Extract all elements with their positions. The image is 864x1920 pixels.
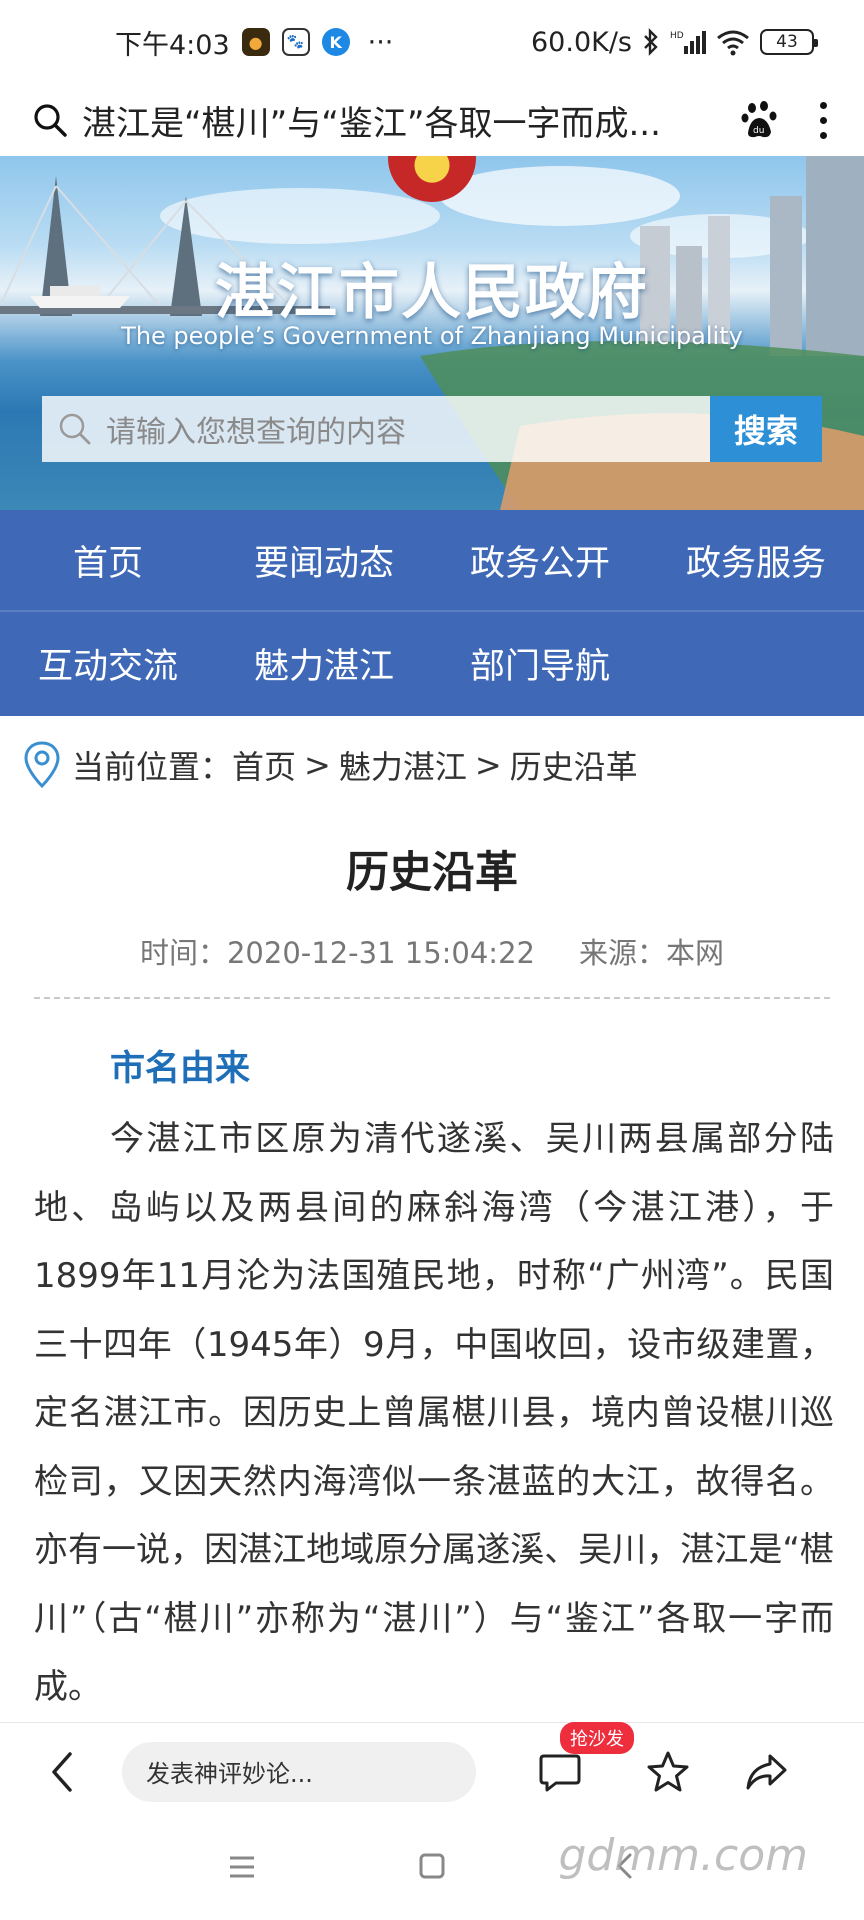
search-icon[interactable] xyxy=(32,102,68,138)
breadcrumb-home[interactable]: 首页 xyxy=(232,742,296,788)
comment-bar: 发表神评妙论... 抢沙发 xyxy=(0,1721,864,1820)
banner-title: 湛江市人民政府 xyxy=(215,258,649,328)
app-icon-orange: ● xyxy=(241,28,270,56)
battery-icon: 43 xyxy=(760,29,818,55)
breadcrumb-separator: > xyxy=(304,746,331,784)
nav-item-interaction[interactable]: 互动交流 xyxy=(0,638,216,689)
network-speed: 60.0K/s xyxy=(531,26,632,58)
breadcrumb-charm-zhanjiang[interactable]: 魅力湛江 xyxy=(339,742,467,788)
breadcrumb-current: 历史沿革 xyxy=(509,748,638,786)
comment-input[interactable]: 发表神评妙论... xyxy=(122,1741,476,1802)
site-search-placeholder: 请输入您想查询的内容 xyxy=(106,415,406,450)
share-icon[interactable] xyxy=(744,1750,788,1794)
site-search-button[interactable]: 搜索 xyxy=(710,396,822,462)
article-paragraph: 今湛江市区原为清代遂溪、吴川两县属部分陆地、岛屿以及两县间的麻斜海湾（今湛江港）… xyxy=(34,1119,834,1707)
nav-item-charm-zhanjiang[interactable]: 魅力湛江 xyxy=(216,638,432,689)
baidu-paw-icon: 🐾 xyxy=(281,28,310,56)
article-time: 时间：2020-12-31 15:04:22 xyxy=(139,936,535,970)
article-source: 来源：本网 xyxy=(578,936,724,970)
site-search-input[interactable]: 请输入您想查询的内容 xyxy=(42,396,710,462)
baidu-paw-icon[interactable]: du xyxy=(740,99,782,141)
comment-badge: 抢沙发 xyxy=(560,1721,634,1754)
watermark: gdmm.com xyxy=(558,1830,808,1881)
breadcrumb-separator: > xyxy=(474,746,502,784)
signal-icon: HD xyxy=(670,31,706,54)
divider xyxy=(34,997,830,999)
more-menu-icon[interactable] xyxy=(808,101,838,139)
site-search-bar: 请输入您想查询的内容 搜索 xyxy=(42,396,822,462)
back-arrow-icon[interactable] xyxy=(38,1750,88,1794)
bluetooth-icon xyxy=(644,28,658,56)
browser-search-title[interactable]: 湛江是“椹川”与“鉴江”各取一字而成... xyxy=(82,96,702,145)
status-time: 下午4:03 xyxy=(115,29,230,61)
status-bar: 下午4:03 ● 🐾 K ··· 60.0K/s HD 43 xyxy=(0,0,864,84)
nav-item-home[interactable]: 首页 xyxy=(0,535,216,586)
k-app-icon: K xyxy=(321,28,350,56)
article-meta: 时间：2020-12-31 15:04:22 来源：本网 xyxy=(0,930,864,972)
section-heading: 市名由来 xyxy=(110,1049,251,1089)
banner-subtitle: The people’s Government of Zhanjiang Mun… xyxy=(121,322,743,350)
nav-item-departments[interactable]: 部门导航 xyxy=(432,638,648,689)
site-banner: 湛江市人民政府 The people’s Government of Zhanj… xyxy=(0,156,864,510)
wifi-icon xyxy=(717,30,749,56)
nav-item-gov-services[interactable]: 政务服务 xyxy=(648,535,864,586)
nav-item-news[interactable]: 要闻动态 xyxy=(216,535,432,586)
svg-text:du: du xyxy=(753,126,764,136)
search-icon xyxy=(59,413,91,445)
breadcrumb: 当前位置： 首页 > 魅力湛江 > 历史沿革 xyxy=(22,740,638,790)
favorite-star-icon[interactable] xyxy=(646,1750,690,1794)
browser-top-bar: 湛江是“椹川”与“鉴江”各取一字而成... du xyxy=(0,84,864,156)
nav-item-gov-affairs[interactable]: 政务公开 xyxy=(432,535,648,586)
home-square-icon[interactable] xyxy=(418,1852,446,1880)
main-nav: 首页 要闻动态 政务公开 政务服务 互动交流 魅力湛江 部门导航 xyxy=(0,510,864,716)
location-pin-icon xyxy=(24,741,60,789)
comment-icon xyxy=(539,1754,581,1791)
nav-row-2: 互动交流 魅力湛江 部门导航 xyxy=(0,612,864,714)
svg-text:HD: HD xyxy=(670,31,684,41)
nav-row-1: 首页 要闻动态 政务公开 政务服务 xyxy=(0,510,864,612)
battery-level: 43 xyxy=(776,32,798,52)
breadcrumb-prefix: 当前位置： xyxy=(72,748,233,786)
comments-button[interactable]: 抢沙发 xyxy=(538,1721,634,1794)
article-title: 历史沿革 xyxy=(346,848,518,898)
status-more: ··· xyxy=(367,26,394,58)
menu-lines-icon[interactable] xyxy=(228,1854,256,1880)
